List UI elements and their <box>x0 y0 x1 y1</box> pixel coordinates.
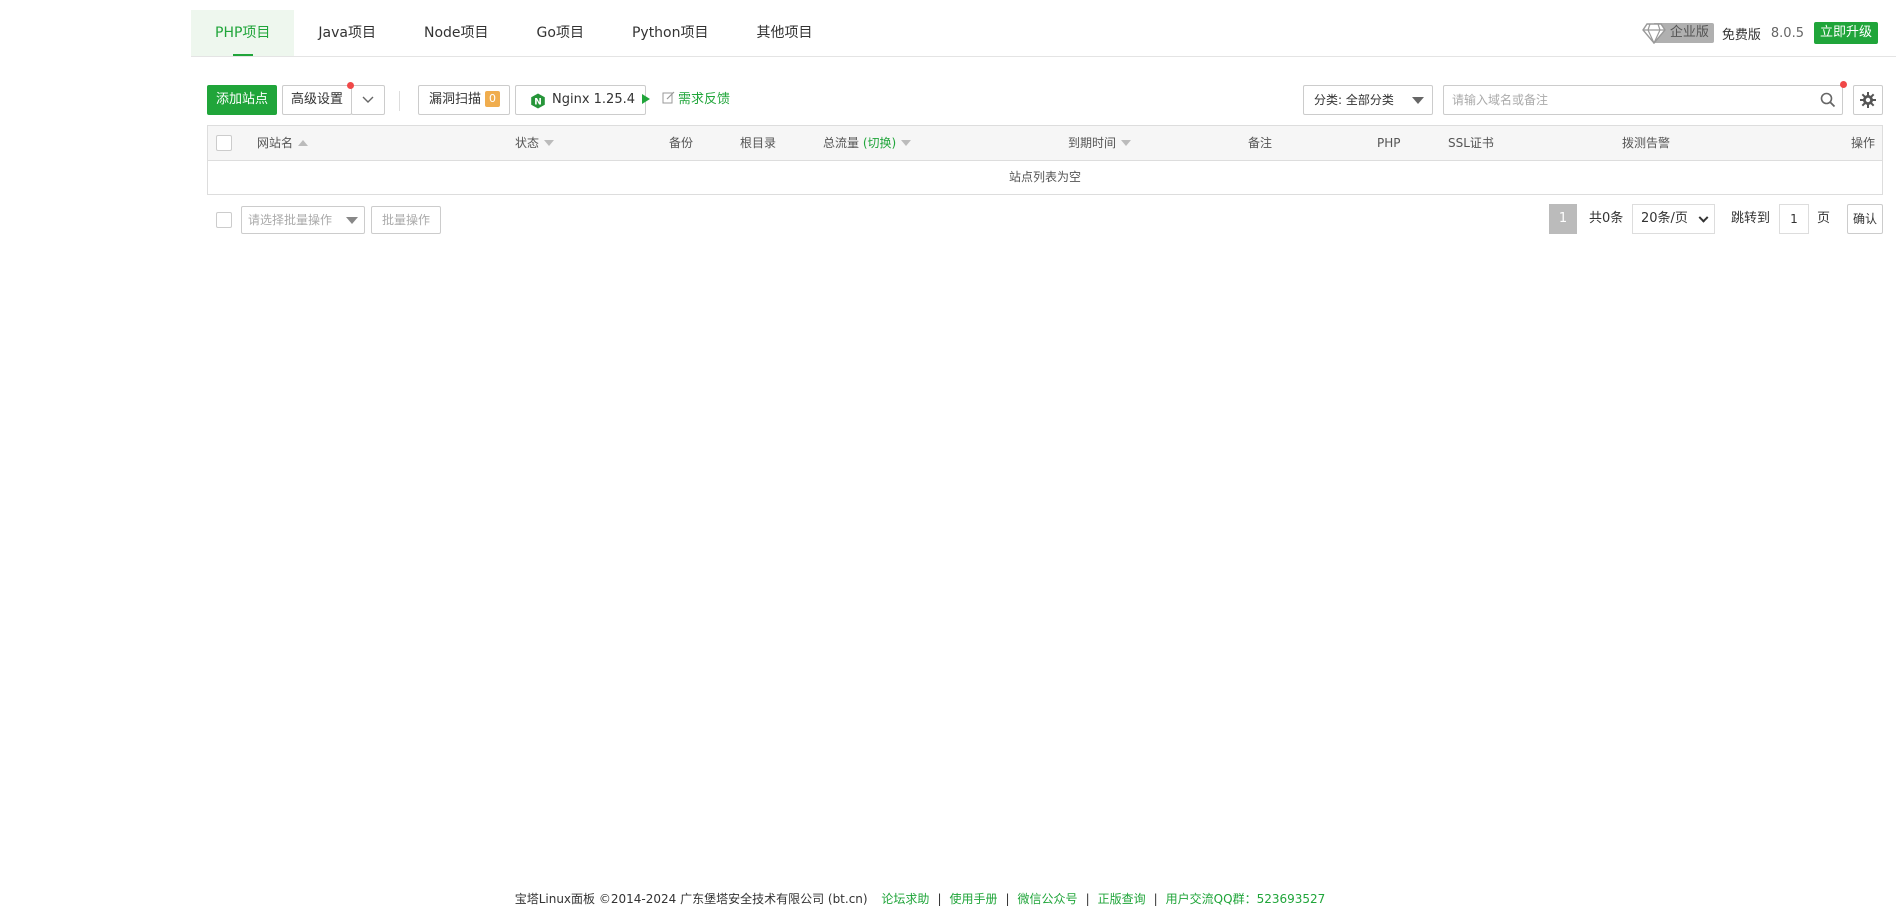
edition-info: 企业版 免费版 8.0.5 立即升级 <box>1642 21 1878 45</box>
version-label: 8.0.5 <box>1770 25 1804 41</box>
footer-separator: | <box>1005 892 1010 906</box>
search-box <box>1443 85 1843 115</box>
svg-text:N: N <box>534 98 542 108</box>
col-site-name[interactable]: 网站名 <box>257 126 309 161</box>
col-status-label: 状态 <box>515 136 540 150</box>
site-toolbar: 添加站点 高级设置 漏洞扫描 0 N Nginx 1.25.4 需求反馈 分类: … <box>207 81 1883 115</box>
tab-node[interactable]: Node项目 <box>400 10 513 56</box>
select-all-checkbox[interactable] <box>216 135 232 151</box>
footer-link-wechat[interactable]: 微信公众号 <box>1018 892 1078 906</box>
project-tabs: PHP项目 Java项目 Node项目 Go项目 Python项目 其他项目 <box>191 10 837 56</box>
tab-go[interactable]: Go项目 <box>513 10 608 56</box>
advanced-settings-dropdown[interactable] <box>351 85 385 115</box>
add-site-button[interactable]: 添加站点 <box>207 85 277 115</box>
footer-link-forum[interactable]: 论坛求助 <box>881 892 929 906</box>
edit-icon <box>662 91 675 104</box>
select-all-bottom-checkbox[interactable] <box>216 212 232 228</box>
toolbar-divider <box>399 91 400 111</box>
free-edition-label: 免费版 <box>1721 27 1761 43</box>
sort-down-icon <box>1121 140 1132 146</box>
tab-php[interactable]: PHP项目 <box>191 10 295 56</box>
chevron-down-icon <box>362 96 374 103</box>
batch-select-placeholder: 请选择批量操作 <box>248 213 333 227</box>
gear-icon <box>1860 92 1876 108</box>
per-page-select[interactable]: 20条/页 <box>1632 204 1715 234</box>
sort-down-icon <box>544 140 555 146</box>
tab-java[interactable]: Java项目 <box>294 10 400 56</box>
page-unit-label: 页 <box>1817 211 1831 226</box>
site-table: 网站名 状态 备份 根目录 总流量 (切换) 到期时间 备注 PHP SSL证书… <box>207 125 1883 195</box>
category-select[interactable]: 分类: 全部分类 <box>1303 85 1433 115</box>
jump-to-label: 跳转到 <box>1731 211 1771 226</box>
page-number-current[interactable]: 1 <box>1549 204 1577 234</box>
col-traffic[interactable]: 总流量 (切换) <box>823 126 912 161</box>
feedback-label: 需求反馈 <box>678 92 731 107</box>
page-footer: 宝塔Linux面板 ©2014-2024 广东堡塔安全技术有限公司 (bt.cn… <box>0 890 1840 907</box>
upgrade-button[interactable]: 立即升级 <box>1813 22 1878 44</box>
sort-down-icon <box>901 140 912 146</box>
vuln-scan-button[interactable]: 漏洞扫描 0 <box>418 85 510 115</box>
play-icon <box>642 94 651 104</box>
category-value: 分类: 全部分类 <box>1314 93 1394 107</box>
col-php: PHP <box>1377 136 1401 150</box>
col-remark: 备注 <box>1248 136 1273 150</box>
batch-operation-select[interactable]: 请选择批量操作 <box>241 206 365 234</box>
nginx-button[interactable]: N Nginx 1.25.4 <box>515 85 651 115</box>
caret-down-icon <box>346 217 358 224</box>
search-notice-dot <box>1840 81 1847 88</box>
tab-other[interactable]: 其他项目 <box>733 10 837 56</box>
copyright-text: 宝塔Linux面板 ©2014-2024 广东堡塔安全技术有限公司 (bt.cn… <box>514 892 868 906</box>
sort-up-icon <box>298 140 309 146</box>
col-expire-label: 到期时间 <box>1068 136 1117 150</box>
col-actions: 操作 <box>1850 136 1875 150</box>
footer-separator: | <box>1153 892 1158 906</box>
col-status[interactable]: 状态 <box>515 126 555 161</box>
footer-separator: | <box>937 892 942 906</box>
table-header: 网站名 状态 备份 根目录 总流量 (切换) 到期时间 备注 PHP SSL证书… <box>208 126 1882 161</box>
batch-operation-button[interactable]: 批量操作 <box>371 206 441 234</box>
tab-python[interactable]: Python项目 <box>608 10 733 56</box>
per-page-value: 20条/页 <box>1641 211 1688 226</box>
settings-button[interactable] <box>1853 85 1883 115</box>
feedback-link[interactable]: 需求反馈 <box>662 85 730 115</box>
col-traffic-label: 总流量 <box>823 136 860 150</box>
col-backup: 备份 <box>669 136 694 150</box>
chevron-down-icon <box>1698 212 1709 223</box>
notice-dot <box>347 82 354 89</box>
jump-page-input[interactable]: 1 <box>1779 204 1809 234</box>
empty-row: 站点列表为空 <box>1008 170 1081 184</box>
col-expire[interactable]: 到期时间 <box>1068 126 1132 161</box>
jump-confirm-button[interactable]: 确认 <box>1847 204 1883 234</box>
top-nav: PHP项目 Java项目 Node项目 Go项目 Python项目 其他项目 企… <box>191 10 1896 57</box>
col-probe-alert: 拨测告警 <box>1622 136 1671 150</box>
diamond-icon <box>1642 23 1666 44</box>
advanced-settings-button[interactable]: 高级设置 <box>282 85 352 115</box>
footer-link-license[interactable]: 正版查询 <box>1098 892 1146 906</box>
col-ssl: SSL证书 <box>1448 136 1494 150</box>
search-input[interactable] <box>1444 86 1804 114</box>
nginx-logo-icon: N <box>531 93 545 109</box>
vuln-count-badge: 0 <box>485 91 501 107</box>
enterprise-edition[interactable]: 企业版 <box>1642 22 1714 44</box>
nginx-version-label: Nginx 1.25.4 <box>552 92 636 107</box>
col-root-dir: 根目录 <box>740 136 777 150</box>
col-site-name-label: 网站名 <box>257 136 294 150</box>
vuln-scan-label: 漏洞扫描 <box>429 92 482 107</box>
table-footer: 请选择批量操作 批量操作 1 共0条 20条/页 跳转到 1 页 确认 <box>207 204 1883 234</box>
footer-separator: | <box>1085 892 1090 906</box>
traffic-switch-link[interactable]: (切换) <box>863 136 896 150</box>
search-icon[interactable] <box>1820 92 1836 108</box>
footer-link-qq-group[interactable]: 用户交流QQ群：523693527 <box>1166 892 1326 906</box>
caret-down-icon <box>1412 97 1424 104</box>
footer-link-manual[interactable]: 使用手册 <box>949 892 997 906</box>
total-count: 共0条 <box>1589 211 1624 226</box>
